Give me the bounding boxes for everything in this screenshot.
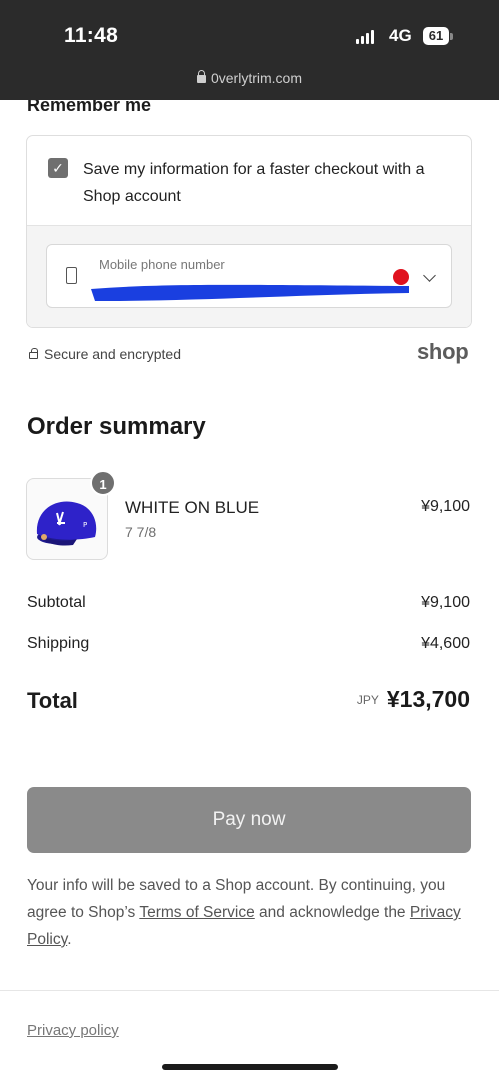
quantity-badge: 1	[90, 470, 116, 496]
total-value: ¥13,700	[386, 686, 470, 712]
shop-logo: shop	[417, 339, 469, 364]
country-flag-icon[interactable]	[393, 269, 409, 285]
redaction-scribble	[91, 284, 409, 301]
shop-account-card: ✓ Save my information for a faster check…	[26, 135, 472, 328]
battery-tip	[450, 33, 453, 40]
total-label: Total	[27, 688, 78, 713]
save-info-checkbox[interactable]: ✓	[48, 158, 68, 178]
subtotal-label: Subtotal	[27, 594, 86, 611]
save-info-label: Save my information for a faster checkou…	[83, 161, 425, 205]
shipping-label: Shipping	[27, 635, 90, 652]
mobile-phone-field[interactable]: Mobile phone number	[46, 244, 452, 308]
status-time: 11:48	[64, 24, 119, 47]
product-variant: 7 7/8	[125, 524, 157, 540]
network-type: 4G	[389, 26, 412, 45]
phone-field-label: Mobile phone number	[99, 257, 225, 272]
subtotal-value: ¥9,100	[421, 594, 470, 611]
url-bar[interactable]: 0verlytrim.com	[0, 70, 499, 86]
checkout-page: Remember me ✓ Save my information for a …	[0, 100, 499, 1080]
terms-of-service-link[interactable]: Terms of Service	[139, 904, 254, 921]
pay-now-button[interactable]: Pay now	[27, 787, 471, 853]
remember-me-heading: Remember me	[27, 100, 152, 115]
shipping-value: ¥4,600	[421, 635, 470, 652]
lock-icon	[196, 70, 206, 83]
currency-code: JPY	[356, 693, 379, 707]
secure-note: Secure and encrypted	[29, 346, 181, 362]
footer-privacy-link[interactable]: Privacy policy	[27, 1022, 119, 1039]
disclaimer-text-middle: and acknowledge the	[254, 904, 410, 921]
order-summary-title: Order summary	[27, 413, 206, 440]
phone-icon	[66, 267, 77, 284]
save-info-row[interactable]: ✓ Save my information for a faster check…	[27, 136, 471, 226]
home-indicator[interactable]	[162, 1064, 338, 1070]
signal-icon	[356, 30, 374, 44]
svg-text:P: P	[83, 521, 87, 529]
total-amount: JPY ¥13,700	[250, 686, 470, 713]
disclaimer-text-end: .	[67, 931, 72, 948]
footer-divider	[0, 990, 499, 991]
url-text: 0verlytrim.com	[210, 70, 302, 86]
status-bar: 11:48 4G 61 0verlytrim.com	[0, 0, 499, 100]
shop-disclaimer: Your info will be saved to a Shop accoun…	[27, 872, 472, 953]
chevron-down-icon[interactable]	[423, 269, 436, 282]
phone-section: Mobile phone number	[27, 226, 471, 327]
product-name: WHITE ON BLUE	[125, 498, 260, 517]
product-price: ¥9,100	[421, 498, 470, 515]
lock-icon	[29, 348, 38, 359]
secure-text: Secure and encrypted	[44, 346, 181, 362]
battery-icon: 61	[423, 27, 449, 45]
